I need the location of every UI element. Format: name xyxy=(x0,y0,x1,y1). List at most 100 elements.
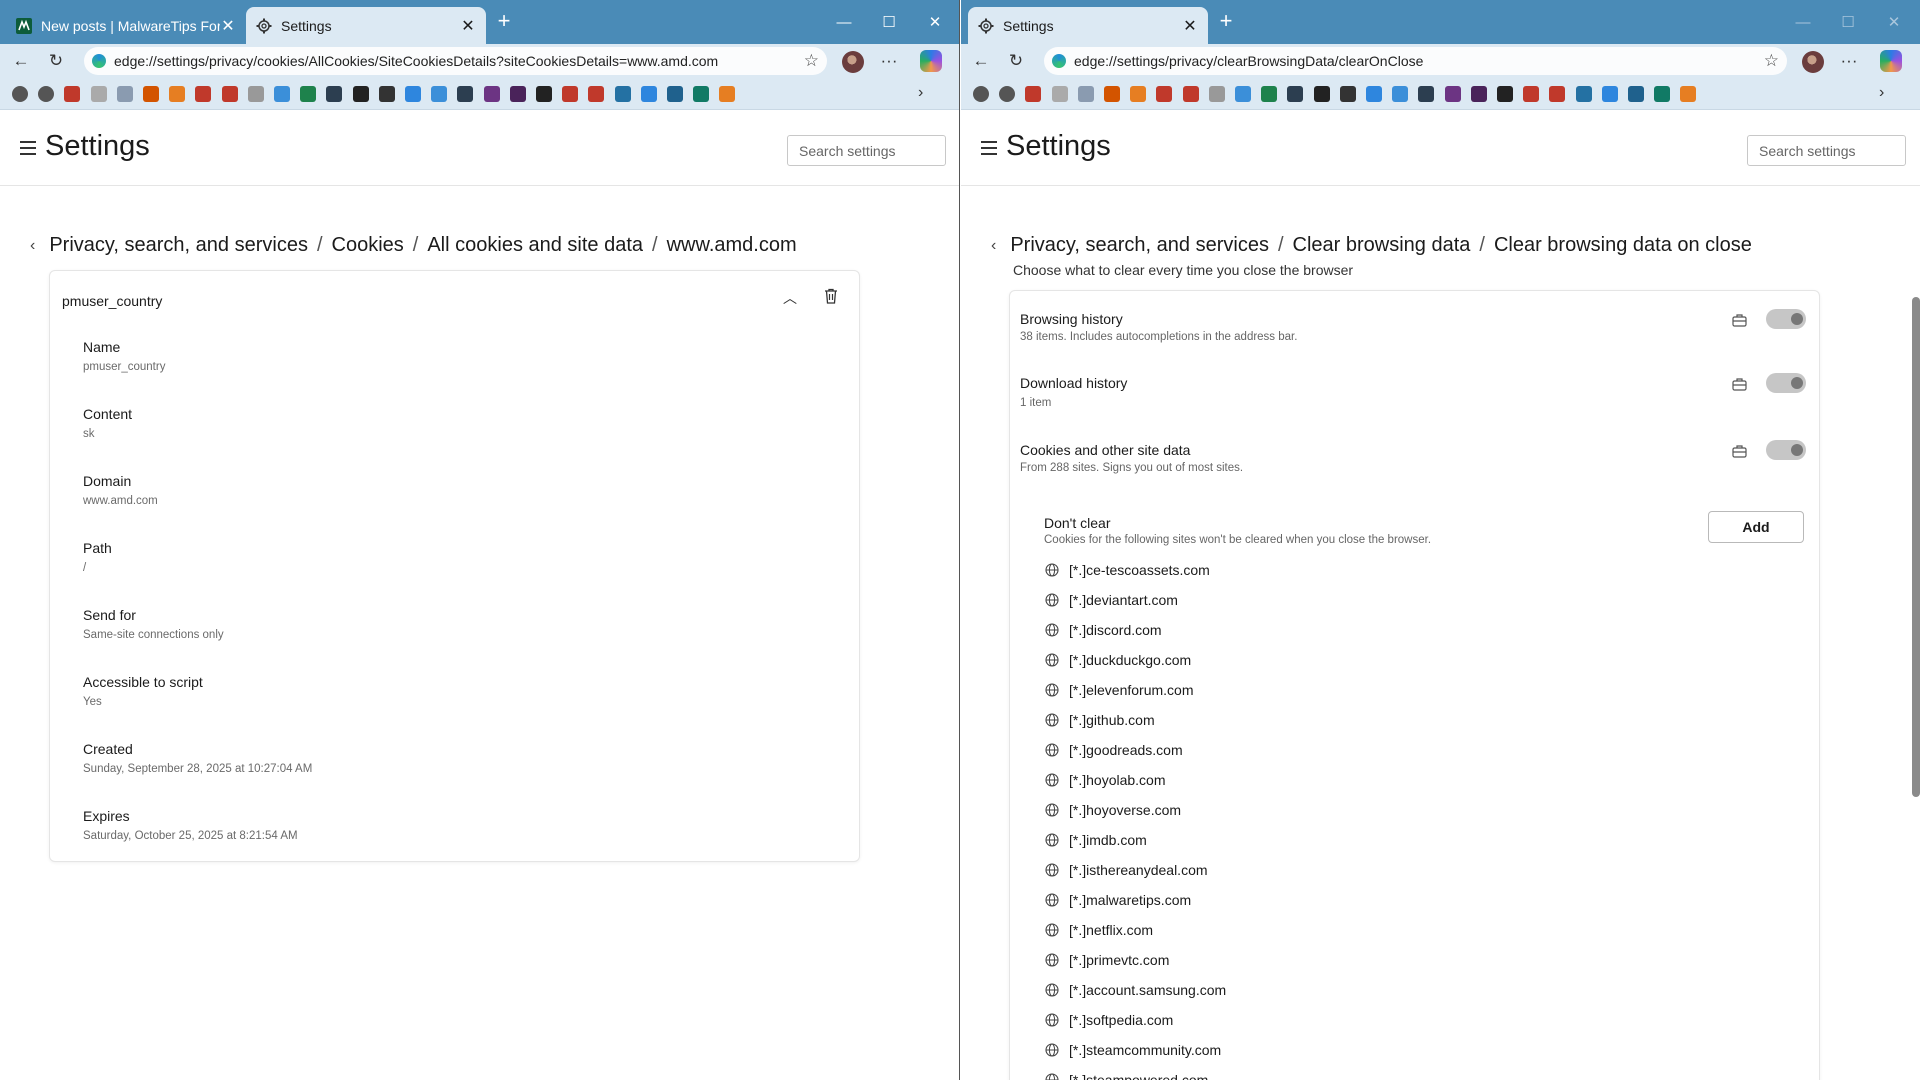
dark-circle-icon[interactable] xyxy=(1497,86,1513,102)
shield-icon[interactable] xyxy=(1601,86,1618,102)
chevron-up-icon[interactable]: ︿ xyxy=(783,288,797,308)
breadcrumb-item[interactable]: Privacy, search, and services xyxy=(49,234,308,257)
t-red2-icon[interactable] xyxy=(221,86,238,102)
more-menu-icon[interactable]: ··· xyxy=(876,48,902,74)
site-list-item[interactable]: [*.]isthereanydeal.com xyxy=(1045,862,1208,878)
reader-icon[interactable] xyxy=(116,86,133,102)
site-list-item[interactable]: [*.]steampowered.com xyxy=(1045,1072,1208,1080)
news-icon[interactable] xyxy=(1051,86,1068,102)
more-menu-icon[interactable]: ··· xyxy=(1836,48,1862,74)
site-list-item[interactable]: [*.]deviantart.com xyxy=(1045,592,1178,608)
h-icon[interactable] xyxy=(143,86,159,102)
dark-circle-icon[interactable] xyxy=(536,86,552,102)
avatar[interactable] xyxy=(842,51,864,73)
back-arrow-icon[interactable]: ← xyxy=(968,48,994,74)
g2-icon[interactable] xyxy=(588,86,605,102)
tab-malwaretips[interactable]: New posts | MalwareTips Forums ✕ xyxy=(6,7,246,44)
browsing-history-toggle[interactable] xyxy=(1766,309,1806,329)
pocket-icon[interactable] xyxy=(1025,86,1042,102)
close-icon[interactable]: ✕ xyxy=(460,18,476,35)
site-list-item[interactable]: [*.]steamcommunity.com xyxy=(1045,1042,1221,1058)
site-list-item[interactable]: [*.]duckduckgo.com xyxy=(1045,652,1191,668)
t-red2-icon[interactable] xyxy=(1182,86,1199,102)
hamburger-menu-icon[interactable] xyxy=(981,141,997,155)
globe-icon[interactable] xyxy=(12,86,28,102)
a-icon[interactable] xyxy=(1313,86,1330,102)
delete-icon[interactable] xyxy=(822,287,840,305)
site-list-item[interactable]: [*.]discord.com xyxy=(1045,622,1162,638)
play-icon[interactable] xyxy=(1444,86,1461,102)
vk-icon[interactable] xyxy=(1575,86,1592,102)
breadcrumb-item[interactable]: Clear browsing data xyxy=(1293,234,1471,257)
site-list-item[interactable]: [*.]hoyoverse.com xyxy=(1045,802,1181,818)
red-wave-icon[interactable] xyxy=(562,86,579,102)
h-dark-icon[interactable] xyxy=(509,86,526,102)
copilot-icon[interactable] xyxy=(1880,50,1902,72)
shield-icon[interactable] xyxy=(640,86,657,102)
w-green-icon[interactable] xyxy=(300,86,317,102)
search-input[interactable]: Search settings xyxy=(787,135,946,166)
feather-icon[interactable] xyxy=(1366,86,1382,102)
download-history-toggle[interactable] xyxy=(1766,373,1806,393)
favorites-more-chevron-icon[interactable]: › xyxy=(918,84,923,102)
site-list-item[interactable]: [*.]elevenforum.com xyxy=(1045,682,1194,698)
close-icon[interactable]: ✕ xyxy=(1182,18,1198,35)
scrollbar[interactable] xyxy=(1912,297,1920,797)
orange-square-icon[interactable] xyxy=(169,86,186,102)
back-chevron-icon[interactable]: ‹ xyxy=(991,237,996,255)
hamburger-menu-icon[interactable] xyxy=(20,141,36,155)
site-list-item[interactable]: [*.]imdb.com xyxy=(1045,832,1147,848)
calendar-icon[interactable] xyxy=(719,86,736,102)
favorite-star-icon[interactable]: ☆ xyxy=(1764,51,1779,71)
z-icon[interactable] xyxy=(326,86,343,102)
z-icon[interactable] xyxy=(1287,86,1304,102)
site-list-item[interactable]: [*.]goodreads.com xyxy=(1045,742,1183,758)
back-chevron-icon[interactable]: ‹ xyxy=(30,237,35,255)
site-list-item[interactable]: [*.]softpedia.com xyxy=(1045,1012,1173,1028)
close-icon[interactable]: ✕ xyxy=(220,18,236,35)
site-list-item[interactable]: [*.]malwaretips.com xyxy=(1045,892,1191,908)
h-icon[interactable] xyxy=(1104,86,1120,102)
cookies-toggle[interactable] xyxy=(1766,440,1806,460)
back-arrow-icon[interactable]: ← xyxy=(8,48,34,74)
blue-circle-icon[interactable] xyxy=(274,86,290,102)
tab-settings[interactable]: Settings ✕ xyxy=(246,7,486,44)
breadcrumb-item[interactable]: All cookies and site data xyxy=(427,234,643,257)
vk-icon[interactable] xyxy=(614,86,631,102)
feather-icon[interactable] xyxy=(405,86,421,102)
chart-icon[interactable] xyxy=(693,86,710,102)
minimize-icon[interactable]: — xyxy=(821,0,867,44)
new-tab-button[interactable]: + xyxy=(1214,10,1238,34)
chart-icon[interactable] xyxy=(1654,86,1671,102)
add-site-button[interactable]: Add xyxy=(1708,511,1804,543)
a-icon[interactable] xyxy=(352,86,369,102)
tab-settings[interactable]: Settings ✕ xyxy=(968,7,1208,44)
location-icon[interactable] xyxy=(378,86,395,102)
play-icon[interactable] xyxy=(483,86,500,102)
news-icon[interactable] xyxy=(90,86,107,102)
refresh-icon[interactable]: ↻ xyxy=(43,48,69,74)
pocket-icon[interactable] xyxy=(64,86,81,102)
g2-icon[interactable] xyxy=(1549,86,1566,102)
breadcrumb-item[interactable]: Privacy, search, and services xyxy=(1010,234,1269,257)
globe-icon[interactable] xyxy=(973,86,989,102)
maximize-icon[interactable]: ☐ xyxy=(1825,0,1871,44)
favorite-star-icon[interactable]: ☆ xyxy=(804,51,819,71)
new-tab-button[interactable]: + xyxy=(492,10,516,34)
location-icon[interactable] xyxy=(1339,86,1356,102)
t-red-icon[interactable] xyxy=(1156,86,1173,102)
maximize-icon[interactable]: ☐ xyxy=(866,0,912,44)
calendar-icon[interactable] xyxy=(1680,86,1697,102)
w-green-icon[interactable] xyxy=(1261,86,1278,102)
ibb-icon[interactable] xyxy=(431,86,448,102)
t-red-icon[interactable] xyxy=(195,86,212,102)
ibb-icon[interactable] xyxy=(1392,86,1409,102)
ws-icon[interactable] xyxy=(1628,86,1644,102)
orange-square-icon[interactable] xyxy=(1130,86,1147,102)
site-list-item[interactable]: [*.]primevtc.com xyxy=(1045,952,1169,968)
red-wave-icon[interactable] xyxy=(1523,86,1540,102)
history-icon[interactable] xyxy=(38,86,55,102)
blue-circle-icon[interactable] xyxy=(1235,86,1251,102)
circle-c-icon[interactable] xyxy=(1208,86,1225,102)
ws-icon[interactable] xyxy=(667,86,683,102)
